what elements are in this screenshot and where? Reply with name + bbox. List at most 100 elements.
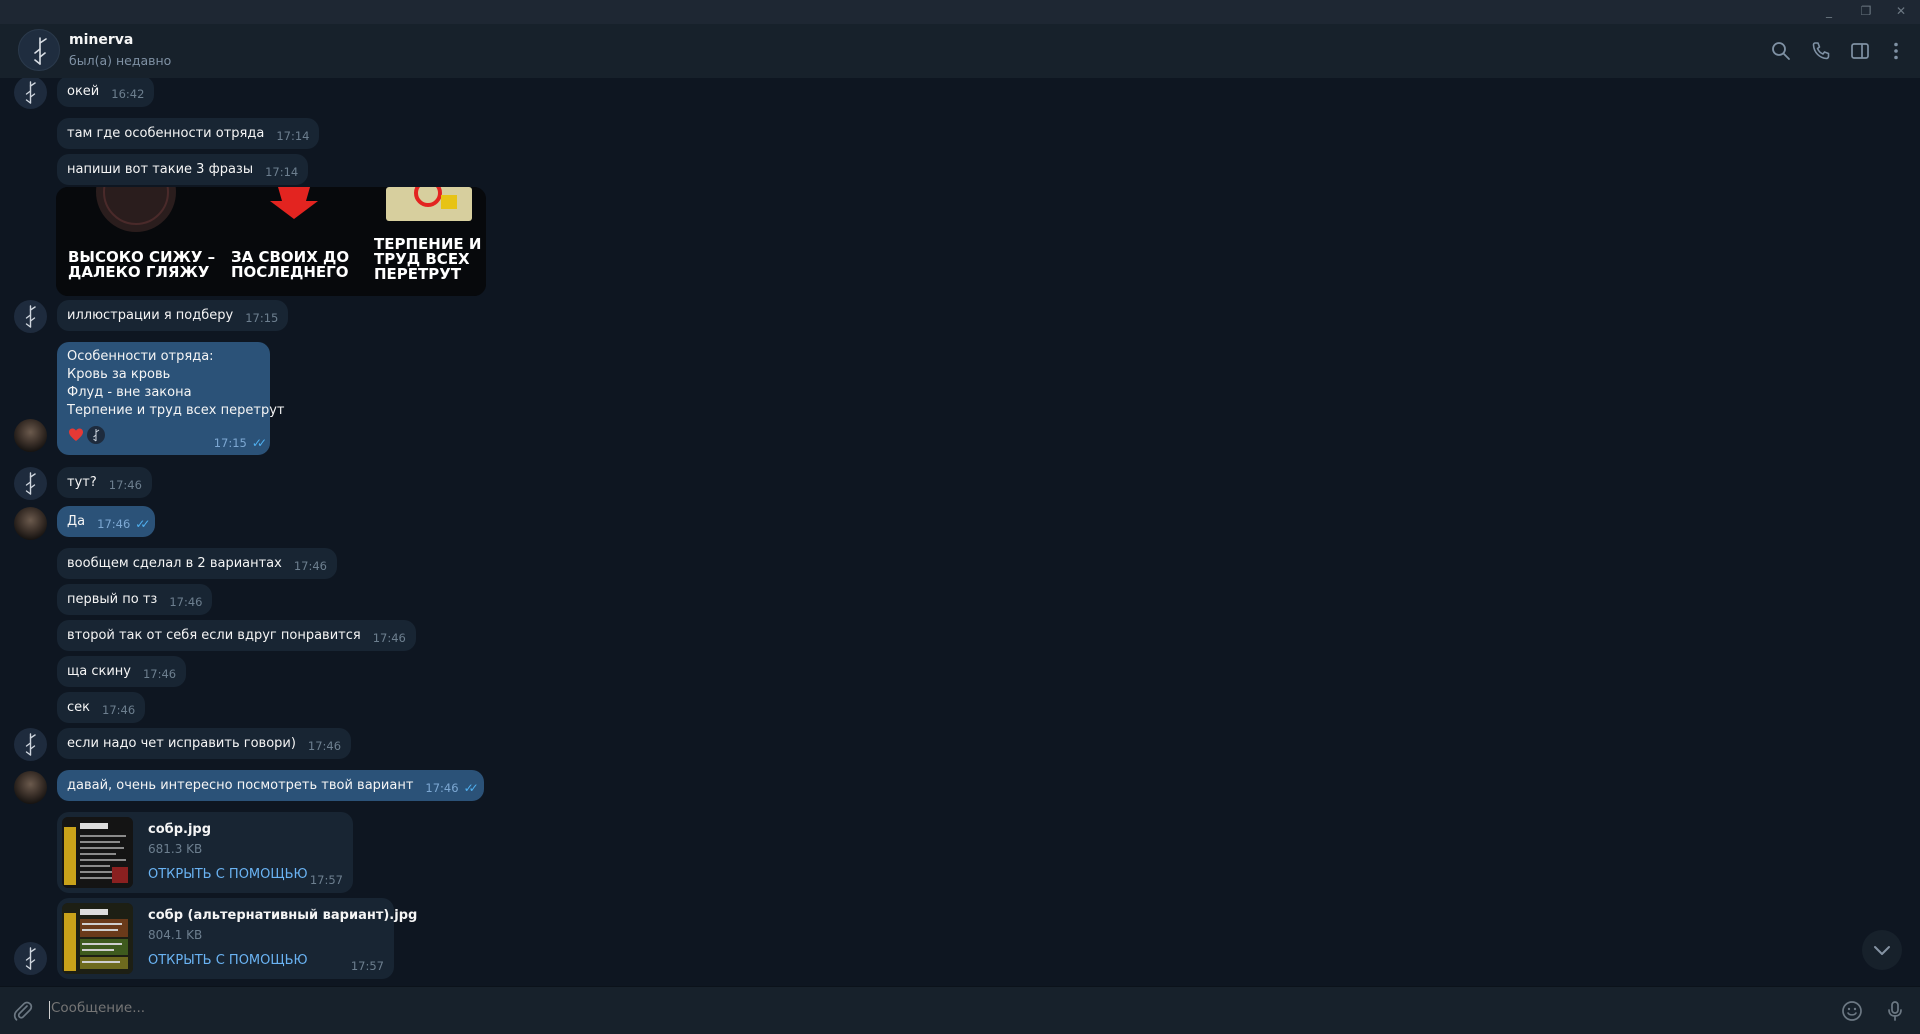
read-check-icon: ✓✓ bbox=[135, 517, 150, 531]
message-composer bbox=[0, 986, 1920, 1034]
runic-logo-icon bbox=[25, 733, 36, 756]
window-titlebar: _ ❐ ✕ bbox=[0, 0, 1920, 24]
message-incoming[interactable]: первый по тз 17:46 bbox=[57, 584, 213, 615]
message-incoming[interactable]: окей 16:42 bbox=[57, 78, 155, 107]
sidebar-toggle-icon[interactable] bbox=[1849, 40, 1871, 62]
user-avatar[interactable] bbox=[14, 771, 47, 804]
sticker-caption-1: ВЫСОКО СИЖУ – ДАЛЕКО ГЛЯЖУ bbox=[68, 248, 215, 281]
file-name[interactable]: собр.jpg bbox=[148, 822, 211, 837]
runic-logo-icon bbox=[25, 947, 36, 970]
file-message[interactable]: собр.jpg 681.3 KB ОТКРЫТЬ С ПОМОЩЬЮ 17:5… bbox=[57, 812, 353, 893]
message-incoming[interactable]: ща скину 17:46 bbox=[57, 656, 187, 687]
reactor-avatar bbox=[87, 426, 105, 444]
message-text: напиши вот такие 3 фразы bbox=[67, 162, 254, 177]
message-time: 17:57 bbox=[350, 959, 384, 973]
message-time: 17:46 bbox=[108, 478, 142, 492]
chevron-down-icon bbox=[1874, 946, 1890, 955]
search-icon[interactable] bbox=[1770, 40, 1792, 62]
file-size: 804.1 KB bbox=[148, 928, 203, 942]
message-incoming[interactable]: сек 17:46 bbox=[57, 692, 146, 723]
message-incoming[interactable]: там где особенности отряда 17:14 bbox=[57, 118, 320, 149]
peer-avatar-small[interactable] bbox=[14, 300, 47, 333]
message-incoming[interactable]: иллюстрации я подберу 17:15 bbox=[57, 300, 289, 331]
reactions[interactable] bbox=[67, 426, 109, 444]
message-meta: 17:15 ✓✓ bbox=[213, 436, 267, 450]
file-preview-image bbox=[62, 817, 133, 888]
peer-avatar[interactable] bbox=[18, 29, 60, 71]
message-text: давай, очень интересно посмотреть твой в… bbox=[67, 778, 414, 793]
file-thumbnail[interactable] bbox=[62, 817, 133, 888]
peer-status: был(а) недавно bbox=[69, 53, 172, 68]
message-incoming[interactable]: вообщем сделал в 2 вариантах 17:46 bbox=[57, 548, 337, 579]
message-text: там где особенности отряда bbox=[67, 126, 265, 141]
peer-avatar-small[interactable] bbox=[14, 78, 47, 109]
runic-logo-icon bbox=[93, 429, 100, 442]
message-time: 17:46 bbox=[307, 739, 342, 753]
message-time: 17:46 bbox=[142, 667, 177, 681]
sticker-illustration: ВЫСОКО СИЖУ – ДАЛЕКО ГЛЯЖУ ЗА СВОИХ ДО ПОС… bbox=[56, 187, 486, 296]
microphone-icon[interactable] bbox=[1883, 999, 1907, 1023]
peer-avatar-small[interactable] bbox=[14, 942, 47, 975]
message-time: 17:15 bbox=[245, 311, 279, 325]
message-text: если надо чет исправить говори) bbox=[67, 736, 296, 751]
file-preview-image bbox=[62, 903, 133, 974]
restore-button[interactable]: ❐ bbox=[1847, 0, 1885, 24]
file-size: 681.3 KB bbox=[148, 842, 203, 856]
close-button[interactable]: ✕ bbox=[1882, 0, 1920, 24]
scroll-to-bottom-button[interactable] bbox=[1862, 930, 1902, 970]
message-time: 17:14 bbox=[265, 165, 299, 179]
message-list[interactable]: окей 16:42 там где особенности отряда 17… bbox=[0, 78, 1920, 986]
runic-logo-icon bbox=[25, 472, 36, 495]
message-incoming[interactable]: если надо чет исправить говори) 17:46 bbox=[57, 728, 352, 759]
message-incoming[interactable]: тут? 17:46 bbox=[57, 467, 152, 498]
message-outgoing[interactable]: Да 17:46 ✓✓ bbox=[57, 506, 156, 537]
minimize-button[interactable]: _ bbox=[1810, 0, 1848, 24]
message-outgoing[interactable]: Особенности отряда: Кровь за кровь Флуд … bbox=[57, 342, 285, 455]
user-avatar[interactable] bbox=[14, 507, 47, 540]
runic-logo-icon bbox=[25, 81, 36, 104]
message-time: 17:14 bbox=[276, 129, 310, 143]
more-vertical-icon[interactable] bbox=[1885, 40, 1907, 62]
message-text: тут? bbox=[67, 475, 97, 490]
message-line: Кровь за кровь bbox=[67, 367, 171, 382]
heart-reaction-icon[interactable] bbox=[67, 426, 85, 444]
peer-name[interactable]: minerva bbox=[69, 32, 133, 48]
file-message[interactable]: собр (альтернативный вариант).jpg 804.1 … bbox=[57, 898, 417, 979]
paperclip-icon[interactable] bbox=[11, 999, 35, 1023]
message-incoming[interactable]: напиши вот такие 3 фразы 17:14 bbox=[57, 154, 309, 185]
message-outgoing[interactable]: давай, очень интересно посмотреть твой в… bbox=[57, 770, 484, 801]
message-time: 16:42 bbox=[111, 87, 145, 101]
message-time: 17:46 bbox=[372, 631, 406, 645]
message-time: 17:46 bbox=[169, 595, 203, 609]
file-thumbnail[interactable] bbox=[62, 903, 133, 974]
message-text: ща скину bbox=[67, 664, 131, 679]
message-time: 17:46 bbox=[293, 559, 327, 573]
file-name[interactable]: собр (альтернативный вариант).jpg bbox=[148, 908, 417, 923]
peer-avatar-small[interactable] bbox=[14, 467, 47, 500]
message-line: Особенности отряда: bbox=[67, 349, 214, 364]
message-line: Флуд - вне закона bbox=[67, 385, 192, 400]
message-input[interactable] bbox=[51, 1000, 1811, 1016]
runic-logo-icon bbox=[34, 37, 47, 65]
peer-avatar-small[interactable] bbox=[14, 728, 47, 761]
message-time: 17:15 bbox=[213, 436, 247, 450]
open-with-link[interactable]: ОТКРЫТЬ С ПОМОЩЬЮ bbox=[148, 953, 308, 968]
sticker-image[interactable]: ВЫСОКО СИЖУ – ДАЛЕКО ГЛЯЖУ ЗА СВОИХ ДО ПОС… bbox=[56, 187, 486, 296]
message-incoming[interactable]: второй так от себя если вдруг понравится… bbox=[57, 620, 416, 651]
message-text: первый по тз bbox=[67, 592, 158, 607]
read-check-icon: ✓✓ bbox=[251, 436, 267, 450]
message-text: Да bbox=[67, 514, 86, 529]
sticker-caption-2: ЗА СВОИХ ДО ПОСЛЕДНЕГО bbox=[231, 248, 349, 281]
message-text: сек bbox=[67, 700, 90, 715]
user-avatar[interactable] bbox=[14, 419, 47, 452]
read-check-icon: ✓✓ bbox=[463, 781, 479, 795]
message-time: 17:46 bbox=[97, 517, 131, 531]
message-line: Терпение и труд всех перетрут bbox=[67, 403, 285, 418]
open-with-link[interactable]: ОТКРЫТЬ С ПОМОЩЬЮ bbox=[148, 867, 308, 882]
message-time: 17:46 bbox=[102, 703, 136, 717]
runic-logo-icon bbox=[25, 305, 36, 328]
phone-icon[interactable] bbox=[1810, 40, 1832, 62]
message-text: вообщем сделал в 2 вариантах bbox=[67, 556, 282, 571]
message-time: 17:46 bbox=[425, 781, 459, 795]
emoji-icon[interactable] bbox=[1840, 999, 1864, 1023]
